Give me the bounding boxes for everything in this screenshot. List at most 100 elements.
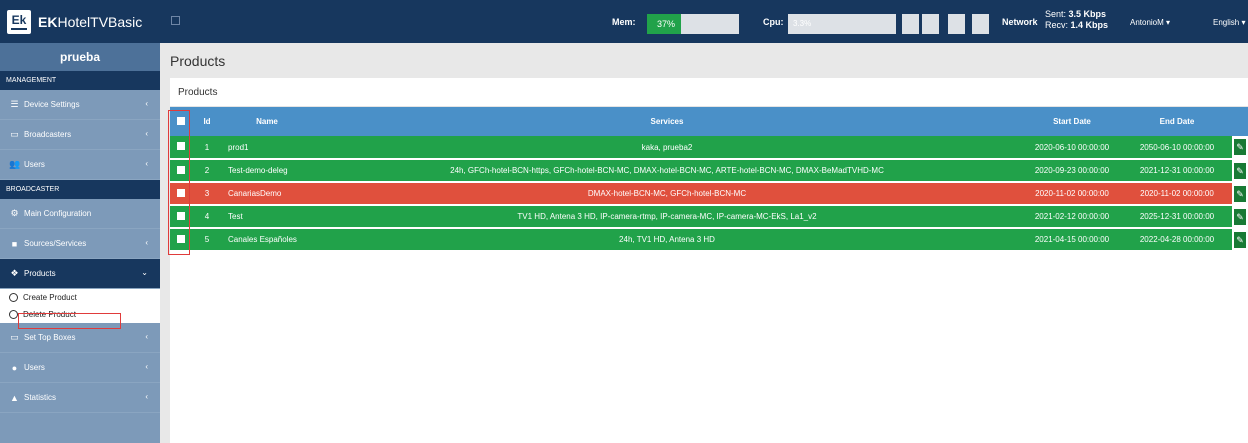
row-start-date: 2021-02-12 00:00:00 — [1022, 205, 1122, 229]
mem-label: Mem: — [612, 17, 636, 27]
row-name: Test-demo-deleg — [222, 159, 312, 183]
edit-icon[interactable]: ✎ — [1234, 139, 1246, 155]
network-graph-cell — [948, 14, 965, 34]
cubes-icon: ❖ — [10, 268, 19, 278]
products-table: Id Name Services Start Date End Date 1 pr… — [170, 107, 1248, 252]
sidebar-item-users[interactable]: 👥 Users ‹ — [0, 150, 160, 180]
brand[interactable]: Ek EKHotelTVBasic — [0, 0, 160, 43]
table-row: 3 CanariasDemo DMAX-hotel-BCN-MC, GFCh-hot… — [170, 182, 1248, 206]
chevron-left-icon: ‹ — [145, 332, 148, 341]
row-edit-cell[interactable]: ✎ — [1232, 136, 1248, 160]
sidebar-toggle-icon[interactable] — [171, 16, 180, 25]
products-panel: Products Id Name Services Start Date End… — [170, 78, 1248, 443]
circle-icon — [9, 293, 18, 302]
user-icon: ● — [11, 362, 18, 373]
sidebar-item-device-settings[interactable]: ☰ Device Settings ‹ — [0, 90, 160, 120]
mem-value: 37% — [657, 19, 676, 29]
row-name: Canales Españoles — [222, 228, 312, 252]
sidebar: prueba MANAGEMENT ☰ Device Settings ‹ ▭ Bro… — [0, 43, 160, 443]
panel-title: Products — [178, 87, 218, 98]
row-services: 24h, TV1 HD, Antena 3 HD — [312, 228, 1022, 252]
row-end-date: 2022-04-28 00:00:00 — [1122, 228, 1232, 252]
row-id: 4 — [192, 205, 222, 229]
cogs-icon: ⚙ — [10, 208, 19, 218]
column-header-id[interactable]: Id — [192, 107, 222, 136]
top-navbar: Ek EKHotelTVBasic Mem: 37% Cpu: 3.3% Net… — [0, 0, 1248, 43]
user-menu[interactable]: AntonioM ▾ — [1130, 18, 1170, 27]
edit-icon[interactable]: ✎ — [1234, 208, 1246, 225]
ek-logo: Ek — [7, 9, 31, 34]
chevron-left-icon: ‹ — [145, 392, 148, 401]
sidebar-title: prueba — [0, 43, 160, 71]
row-start-date: 2020-09-23 00:00:00 — [1022, 159, 1122, 183]
chevron-left-icon: ‹ — [145, 362, 148, 371]
network-graph-cell — [922, 14, 939, 34]
row-services: DMAX-hotel-BCN-MC, GFCh-hotel-BCN-MC — [312, 182, 1022, 206]
mem-progress: 37% — [647, 14, 739, 34]
table-row: 1 prod1 kaka, prueba2 2020-06-10 00:00:00 20… — [170, 136, 1248, 160]
users-icon: 👥 — [9, 159, 21, 169]
sidebar-item-products[interactable]: ❖ Products ⌄ — [0, 259, 160, 289]
chevron-left-icon: ‹ — [145, 99, 148, 108]
row-start-date: 2021-04-15 00:00:00 — [1022, 228, 1122, 252]
cpu-value: 3.3% — [793, 19, 812, 28]
brand-title: EKHotelTVBasic — [38, 13, 143, 30]
edit-icon[interactable]: ✎ — [1234, 185, 1246, 202]
video-icon: ■ — [11, 238, 18, 249]
bars-icon: ☰ — [10, 99, 19, 109]
row-id: 1 — [192, 136, 222, 160]
row-services: TV1 HD, Antena 3 HD, IP-camera-rtmp, IP-… — [312, 205, 1022, 229]
annotation-box-delete-product — [18, 313, 121, 329]
chevron-left-icon: ‹ — [145, 159, 148, 168]
row-edit-cell[interactable]: ✎ — [1232, 159, 1248, 183]
row-name: CanariasDemo — [222, 182, 312, 206]
column-header-name[interactable]: Name — [222, 107, 312, 136]
table-row: 5 Canales Españoles 24h, TV1 HD, Antena 3 … — [170, 228, 1248, 252]
network-graph-cell — [902, 14, 919, 34]
row-id: 3 — [192, 182, 222, 206]
sidebar-item-statistics[interactable]: ▲ Statistics ‹ — [0, 383, 160, 413]
annotation-box-checkbox-column — [168, 110, 190, 255]
row-name: prod1 — [222, 136, 312, 160]
sidebar-item-main-configuration[interactable]: ⚙ Main Configuration — [0, 199, 160, 229]
row-end-date: 2021-12-31 00:00:00 — [1122, 159, 1232, 183]
column-header-end-date[interactable]: End Date — [1122, 107, 1232, 136]
edit-icon[interactable]: ✎ — [1234, 162, 1246, 179]
row-edit-cell[interactable]: ✎ — [1232, 228, 1248, 252]
row-name: Test — [222, 205, 312, 229]
chevron-down-icon: ⌄ — [141, 268, 148, 277]
row-edit-cell[interactable]: ✎ — [1232, 182, 1248, 206]
row-end-date: 2025-12-31 00:00:00 — [1122, 205, 1232, 229]
table-row: 2 Test-demo-deleg 24h, GFCh-hotel-BCN-http… — [170, 159, 1248, 183]
row-edit-cell[interactable]: ✎ — [1232, 205, 1248, 229]
table-row: 4 Test TV1 HD, Antena 3 HD, IP-camera-rtmp… — [170, 205, 1248, 229]
row-start-date: 2020-06-10 00:00:00 — [1022, 136, 1122, 160]
chart-icon: ▲ — [10, 392, 19, 403]
row-id: 5 — [192, 228, 222, 252]
chevron-left-icon: ‹ — [145, 238, 148, 247]
row-services: kaka, prueba2 — [312, 136, 1022, 160]
table-header-row: Id Name Services Start Date End Date — [170, 107, 1248, 136]
row-id: 2 — [192, 159, 222, 183]
sidebar-item-broadcasters[interactable]: ▭ Broadcasters ‹ — [0, 120, 160, 150]
column-header-start-date[interactable]: Start Date — [1022, 107, 1122, 136]
cpu-label: Cpu: — [763, 17, 784, 27]
edit-icon[interactable]: ✎ — [1234, 231, 1246, 248]
row-services: 24h, GFCh-hotel-BCN-https, GFCh-hotel-BC… — [312, 159, 1022, 183]
column-header-actions — [1232, 107, 1248, 136]
page-title: Products — [170, 53, 226, 69]
sidebar-item-users-2[interactable]: ● Users ‹ — [0, 353, 160, 383]
chevron-left-icon: ‹ — [145, 129, 148, 138]
submenu-create-product[interactable]: Create Product — [0, 289, 160, 306]
row-start-date: 2020-11-02 00:00:00 — [1022, 182, 1122, 206]
section-header-broadcaster: BROADCASTER — [0, 180, 160, 199]
language-menu[interactable]: English ▾ — [1213, 18, 1245, 27]
sidebar-item-sources-services[interactable]: ■ Sources/Services ‹ — [0, 229, 160, 259]
column-header-services[interactable]: Services — [312, 107, 1022, 136]
row-end-date: 2020-11-02 00:00:00 — [1122, 182, 1232, 206]
monitor-icon: ▭ — [10, 129, 19, 139]
main-content: Products Products Id Name Services Start… — [160, 43, 1248, 443]
network-label: Network — [1002, 17, 1038, 27]
section-header-management: MANAGEMENT — [0, 71, 160, 90]
network-stats: Sent: 3.5 Kbps Recv: 1.4 Kbps — [1045, 9, 1109, 30]
